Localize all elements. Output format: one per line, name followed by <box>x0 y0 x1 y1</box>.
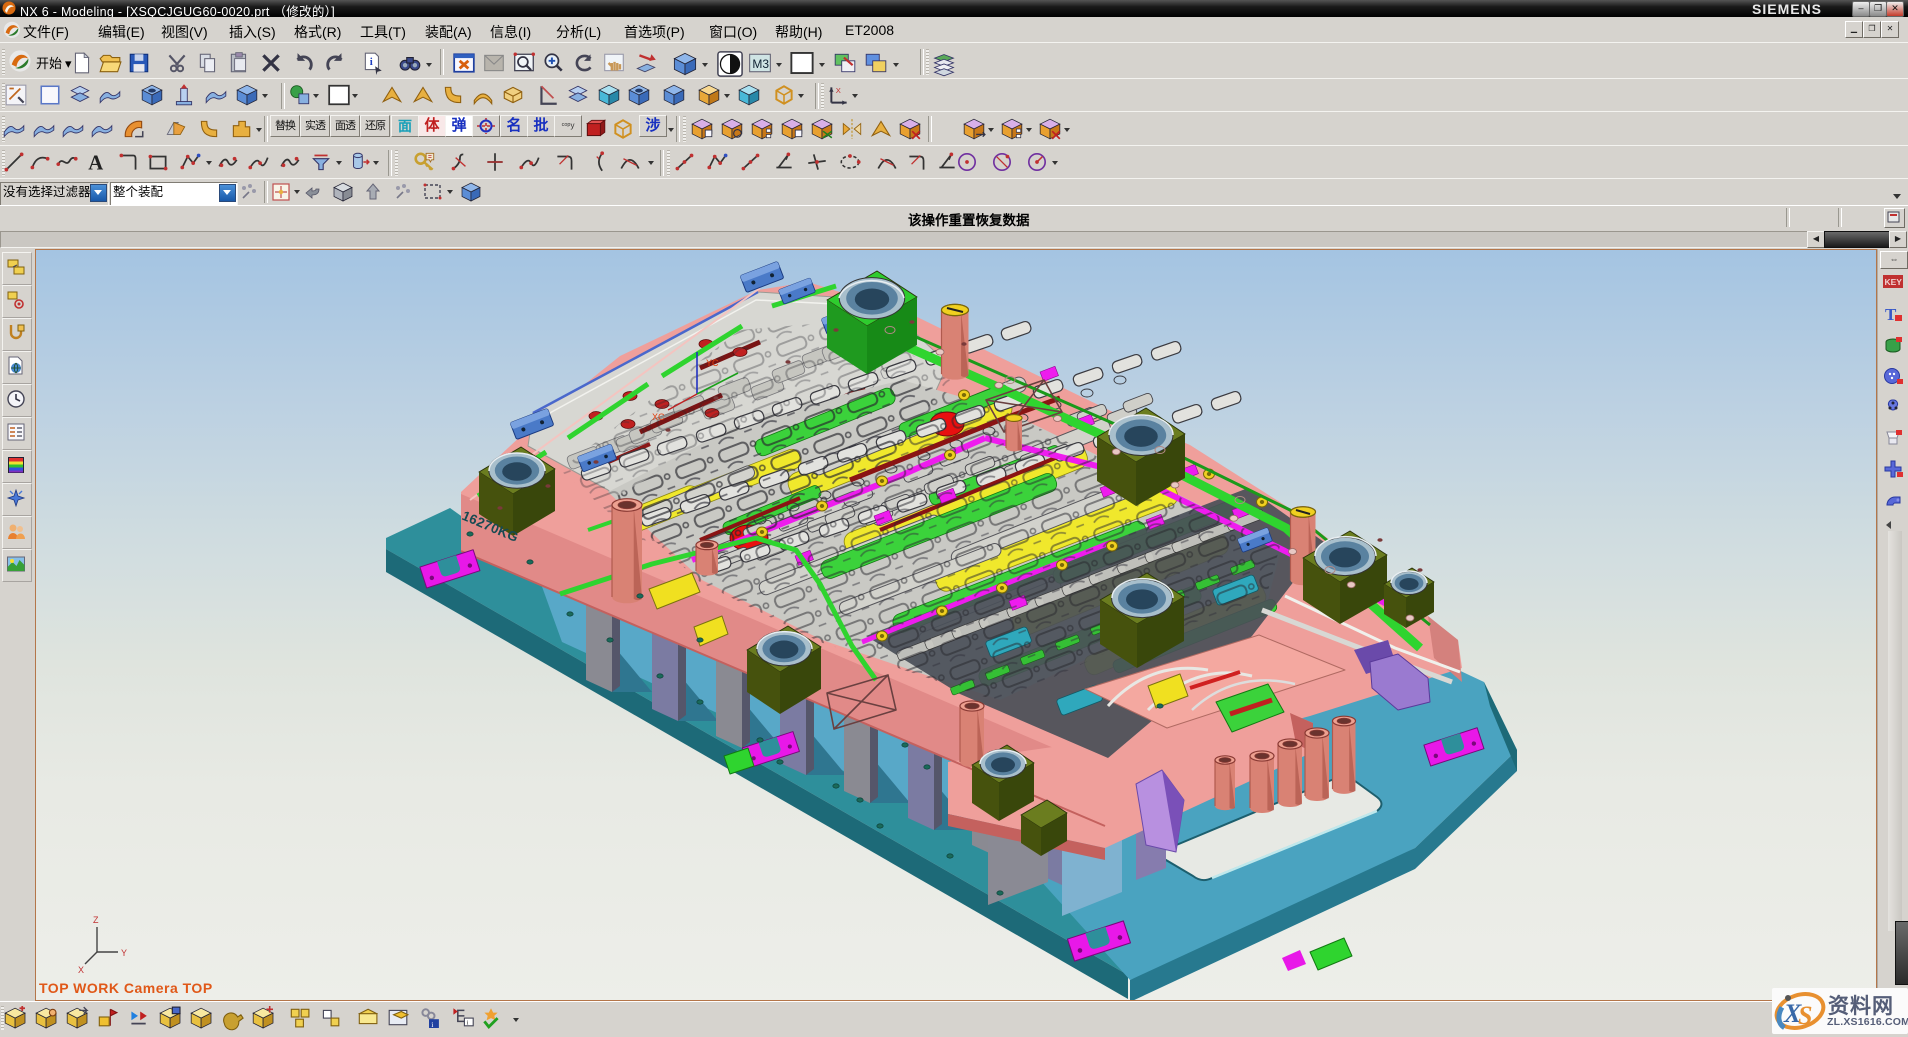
svg-text:A: A <box>88 153 103 174</box>
svg-text:KEY: KEY <box>1885 277 1903 287</box>
svg-text:XC: XC <box>652 412 665 422</box>
svg-text:M3: M3 <box>752 57 769 71</box>
svg-text:T: T <box>1885 305 1897 324</box>
svg-text:X: X <box>836 86 841 95</box>
svg-text:Y: Y <box>121 948 127 958</box>
svg-text:i: i <box>431 1020 433 1029</box>
svg-text:S: S <box>1798 1001 1812 1030</box>
svg-text:i: i <box>370 56 373 68</box>
svg-text:YC: YC <box>706 358 719 368</box>
svg-text:i: i <box>467 1020 469 1027</box>
svg-text:Z: Z <box>93 915 99 925</box>
svg-text:X: X <box>78 965 84 975</box>
